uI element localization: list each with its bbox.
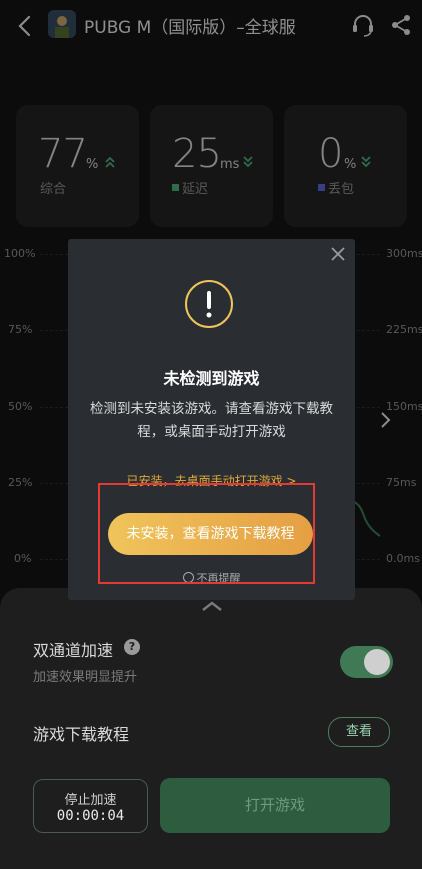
help-icon[interactable]: ? (124, 639, 140, 655)
stop-acceleration-button[interactable]: 停止加速 00:00:04 (33, 779, 148, 833)
acceleration-timer: 00:00:04 (56, 808, 125, 824)
stop-label: 停止加速 (64, 793, 117, 808)
dual-channel-title: 双通道加速 (33, 641, 114, 660)
toggle-knob (364, 649, 390, 675)
dual-channel-toggle[interactable] (340, 646, 393, 678)
close-icon[interactable] (329, 245, 347, 263)
dialog-message: 检测到未安装该游戏。请查看游戏下载教程，或桌面手动打开游戏 (90, 401, 333, 440)
tutorial-title: 游戏下载教程 (33, 725, 130, 744)
warning-icon (184, 279, 234, 329)
open-game-button[interactable]: 打开游戏 (160, 778, 390, 833)
highlight-annotation-box (98, 483, 315, 584)
dual-channel-subtitle: 加速效果明显提升 (33, 670, 138, 685)
chevron-up-icon[interactable] (200, 598, 224, 612)
dialog-title: 未检测到游戏 (163, 369, 260, 388)
view-tutorial-button[interactable]: 查看 (328, 717, 390, 747)
